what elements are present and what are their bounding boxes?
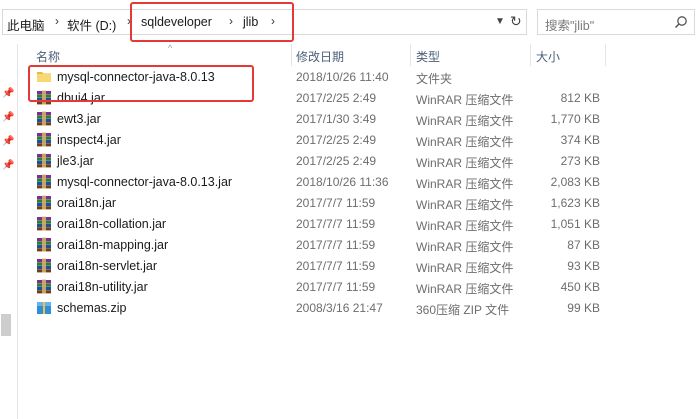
file-modified: 2018/10/26 11:36 [296,175,389,189]
file-modified: 2017/7/7 11:59 [296,217,376,231]
column-header: ^ 名称 修改日期 类型 大小 [18,43,697,66]
pin-icon: 📌 [2,160,15,171]
file-modified: 2017/2/25 2:49 [296,133,377,147]
navigation-pane[interactable]: 📌 📌 📌 📌 [0,44,17,419]
file-modified: 2008/3/16 21:47 [296,301,383,315]
winrar-archive-icon [36,195,52,210]
column-modified[interactable]: 修改日期 [296,48,344,65]
breadcrumb-this-pc[interactable]: 此电脑 [7,15,45,34]
file-row[interactable]: inspect4.jar 2017/2/25 2:49 WinRAR 压缩文件 374… [18,129,697,150]
file-modified: 2017/7/7 11:59 [296,259,376,273]
file-modified: 2017/2/25 2:49 [296,154,377,168]
column-size[interactable]: 大小 [536,48,560,65]
winrar-archive-icon [36,132,52,147]
file-size: 273 KB [560,154,600,168]
file-modified: 2017/7/7 11:59 [296,238,376,252]
file-name: orai18n-mapping.jar [57,238,169,252]
file-name: orai18n-collation.jar [57,217,167,231]
pin-icon: 📌 [2,88,15,99]
search-input[interactable]: 搜索"jlib" [537,9,695,35]
search-icon[interactable] [674,15,688,29]
file-modified: 2017/7/7 11:59 [296,196,376,210]
file-row[interactable]: orai18n-mapping.jar 2017/7/7 11:59 WinRAR … [18,234,697,255]
file-type: WinRAR 压缩文件 [416,261,514,275]
file-type: WinRAR 压缩文件 [416,93,514,107]
folder-highlight-box [28,65,254,102]
file-row[interactable]: orai18n-servlet.jar 2017/7/7 11:59 WinRAR … [18,255,697,276]
search-placeholder: 搜索"jlib" [545,19,595,33]
file-name: schemas.zip [57,301,127,315]
file-name: ewt3.jar [57,112,101,126]
column-name[interactable]: 名称 [36,48,60,65]
file-row[interactable]: orai18n.jar 2017/7/7 11:59 WinRAR 压缩文件 1,62… [18,192,697,213]
pin-icon: 📌 [2,112,15,123]
winrar-archive-icon [36,258,52,273]
breadcrumb-drive-d[interactable]: 软件 (D:) [67,15,116,34]
file-modified: 2017/1/30 3:49 [296,112,377,126]
navigation-scrollbar-thumb[interactable] [1,314,11,336]
file-size: 1,623 KB [550,196,600,210]
file-size: 450 KB [560,280,600,294]
pin-icon: 📌 [2,136,15,147]
file-type: WinRAR 压缩文件 [416,219,514,233]
file-row[interactable]: jle3.jar 2017/2/25 2:49 WinRAR 压缩文件 273 KB [18,150,697,171]
file-size: 93 KB [567,259,600,273]
file-type: WinRAR 压缩文件 [416,177,514,191]
file-name: jle3.jar [57,154,94,168]
file-row[interactable]: orai18n-collation.jar 2017/7/7 11:59 WinRA… [18,213,697,234]
file-type: 360压缩 ZIP 文件 [416,303,510,317]
winrar-archive-icon [36,153,52,168]
file-size: 374 KB [560,133,600,147]
column-divider[interactable] [530,44,531,66]
file-row[interactable]: mysql-connector-java-8.0.13.jar 2018/10/2… [18,171,697,192]
file-modified: 2017/7/7 11:59 [296,280,376,294]
winrar-archive-icon [36,279,52,294]
file-size: 812 KB [560,91,600,105]
breadcrumb-separator-icon[interactable]: › [55,14,59,28]
file-modified: 2018/10/26 11:40 [296,70,389,84]
chevron-down-icon[interactable]: ▼ [495,16,505,27]
file-name: mysql-connector-java-8.0.13.jar [57,175,233,189]
file-type: WinRAR 压缩文件 [416,135,514,149]
column-divider[interactable] [291,44,292,66]
address-bar-row: 此电脑 › 软件 (D:) › sqldeveloper › jlib › ▼ … [0,0,697,44]
file-size: 87 KB [567,238,600,252]
file-row[interactable]: ewt3.jar 2017/1/30 3:49 WinRAR 压缩文件 1,770 K… [18,108,697,129]
winrar-archive-icon [36,216,52,231]
zip-archive-icon [36,300,52,315]
file-name: orai18n-utility.jar [57,280,148,294]
file-name: inspect4.jar [57,133,121,147]
column-divider[interactable] [410,44,411,66]
file-type: WinRAR 压缩文件 [416,156,514,170]
file-size: 1,770 KB [550,112,600,126]
file-type: WinRAR 压缩文件 [416,282,514,296]
winrar-archive-icon [36,111,52,126]
file-type: 文件夹 [416,72,453,86]
file-type: WinRAR 压缩文件 [416,114,514,128]
column-divider[interactable] [605,44,606,66]
file-type: WinRAR 压缩文件 [416,240,514,254]
winrar-archive-icon [36,237,52,252]
file-row[interactable]: orai18n-utility.jar 2017/7/7 11:59 WinRAR … [18,276,697,297]
file-size: 1,051 KB [550,217,600,231]
file-name: orai18n-servlet.jar [57,259,158,273]
file-type: WinRAR 压缩文件 [416,198,514,212]
breadcrumb-highlight-box [130,2,294,42]
sort-caret-icon: ^ [168,43,173,53]
column-type[interactable]: 类型 [416,48,440,65]
file-row[interactable]: schemas.zip 2008/3/16 21:47 360压缩 ZIP 文件 99… [18,297,697,318]
file-size: 99 KB [567,301,600,315]
refresh-icon[interactable]: ↻ [510,13,522,30]
file-size: 2,083 KB [550,175,600,189]
file-modified: 2017/2/25 2:49 [296,91,377,105]
file-name: orai18n.jar [57,196,117,210]
winrar-archive-icon [36,174,52,189]
